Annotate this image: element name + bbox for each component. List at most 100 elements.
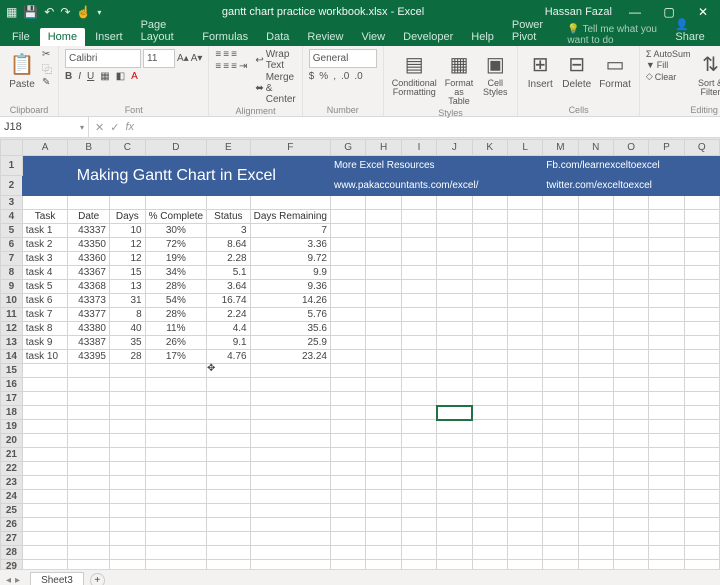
- row-header[interactable]: 19: [1, 420, 23, 434]
- cell[interactable]: task 3: [22, 252, 68, 266]
- comma-icon[interactable]: ,: [333, 71, 336, 82]
- fx-icon[interactable]: fx: [125, 121, 134, 134]
- tab-file[interactable]: File: [4, 28, 38, 46]
- col-header[interactable]: B: [68, 140, 110, 156]
- row-header[interactable]: 17: [1, 392, 23, 406]
- tab-data[interactable]: Data: [258, 28, 297, 46]
- col-header[interactable]: J: [437, 140, 472, 156]
- row-header[interactable]: 12: [1, 322, 23, 336]
- cell[interactable]: 35: [109, 336, 145, 350]
- cell[interactable]: 4.76: [207, 350, 251, 364]
- cell[interactable]: 8.64: [207, 238, 251, 252]
- cell[interactable]: 16.74: [207, 294, 251, 308]
- paste-button[interactable]: 📋Paste: [6, 49, 38, 91]
- cell[interactable]: 12: [109, 252, 145, 266]
- minimize-button[interactable]: —: [618, 0, 652, 24]
- cell[interactable]: task 2: [22, 238, 68, 252]
- tab-formulas[interactable]: Formulas: [194, 28, 256, 46]
- tab-view[interactable]: View: [353, 28, 393, 46]
- row-header[interactable]: 21: [1, 448, 23, 462]
- cell[interactable]: task 10: [22, 350, 68, 364]
- cell[interactable]: task 8: [22, 322, 68, 336]
- col-header[interactable]: Q: [684, 140, 719, 156]
- cell[interactable]: 5.1: [207, 266, 251, 280]
- col-header[interactable]: E: [207, 140, 251, 156]
- row-header[interactable]: 11: [1, 308, 23, 322]
- cell[interactable]: task 7: [22, 308, 68, 322]
- row-header[interactable]: 28: [1, 546, 23, 560]
- row-header[interactable]: 4: [1, 210, 23, 224]
- cell[interactable]: 17%: [145, 350, 206, 364]
- selected-cell[interactable]: [437, 406, 472, 420]
- italic-button[interactable]: I: [78, 71, 81, 82]
- cell[interactable]: task 9: [22, 336, 68, 350]
- tab-review[interactable]: Review: [299, 28, 351, 46]
- cell[interactable]: 43360: [68, 252, 110, 266]
- col-header[interactable]: N: [578, 140, 613, 156]
- cell[interactable]: 54%: [145, 294, 206, 308]
- new-sheet-button[interactable]: +: [90, 573, 105, 585]
- table-header[interactable]: Date: [68, 210, 110, 224]
- col-header[interactable]: [1, 140, 23, 156]
- cell[interactable]: 9.9: [250, 266, 330, 280]
- row-header[interactable]: 27: [1, 532, 23, 546]
- cell[interactable]: 43350: [68, 238, 110, 252]
- row-header[interactable]: 10: [1, 294, 23, 308]
- cell[interactable]: 15: [109, 266, 145, 280]
- align-left-icon[interactable]: ≡: [215, 61, 221, 72]
- row-header[interactable]: 24: [1, 490, 23, 504]
- row-header[interactable]: 29: [1, 560, 23, 570]
- format-cells-button[interactable]: ▭Format: [597, 49, 633, 91]
- col-header[interactable]: P: [649, 140, 684, 156]
- row-header[interactable]: 1: [1, 156, 23, 176]
- cell[interactable]: 23.24: [250, 350, 330, 364]
- row-header[interactable]: 16: [1, 378, 23, 392]
- cell[interactable]: task 6: [22, 294, 68, 308]
- number-format-combo[interactable]: General: [309, 49, 377, 68]
- delete-cells-button[interactable]: ⊟Delete: [560, 49, 593, 91]
- cell[interactable]: 43387: [68, 336, 110, 350]
- cell[interactable]: 9.36: [250, 280, 330, 294]
- border-icon[interactable]: ▦: [100, 71, 109, 82]
- col-header[interactable]: M: [543, 140, 578, 156]
- dec-decimal-icon[interactable]: .0: [354, 71, 362, 82]
- cell-styles-button[interactable]: ▣Cell Styles: [479, 49, 511, 98]
- cell[interactable]: 72%: [145, 238, 206, 252]
- cell[interactable]: 3: [207, 224, 251, 238]
- row-header[interactable]: 25: [1, 504, 23, 518]
- cell[interactable]: 43377: [68, 308, 110, 322]
- cell[interactable]: 43395: [68, 350, 110, 364]
- grow-font-icon[interactable]: A▴: [177, 53, 189, 64]
- col-header[interactable]: O: [613, 140, 648, 156]
- wrap-text-button[interactable]: ↩Wrap Text: [255, 49, 295, 71]
- cell[interactable]: 14.26: [250, 294, 330, 308]
- cell[interactable]: 28%: [145, 308, 206, 322]
- cell[interactable]: 11%: [145, 322, 206, 336]
- copy-icon[interactable]: ⿻: [42, 61, 52, 76]
- cell[interactable]: 26%: [145, 336, 206, 350]
- tab-help[interactable]: Help: [463, 28, 502, 46]
- font-name-combo[interactable]: Calibri: [65, 49, 141, 68]
- tell-me-search[interactable]: 💡 Tell me what you want to do: [567, 24, 665, 46]
- cell[interactable]: 13: [109, 280, 145, 294]
- fill-color-icon[interactable]: ◧: [116, 71, 125, 82]
- merge-center-button[interactable]: ⬌Merge & Center: [255, 72, 295, 105]
- worksheet-grid[interactable]: ABCDEFGHIJKLMNOPQ 1Making Gantt Chart in…: [0, 138, 720, 569]
- cell[interactable]: 9.1: [207, 336, 251, 350]
- cell[interactable]: 2.28: [207, 252, 251, 266]
- sheet-table[interactable]: ABCDEFGHIJKLMNOPQ 1Making Gantt Chart in…: [0, 139, 720, 569]
- cell[interactable]: 43337: [68, 224, 110, 238]
- col-header[interactable]: C: [109, 140, 145, 156]
- col-header[interactable]: H: [366, 140, 401, 156]
- cell[interactable]: 43380: [68, 322, 110, 336]
- cell[interactable]: task 4: [22, 266, 68, 280]
- row-header[interactable]: 26: [1, 518, 23, 532]
- cut-icon[interactable]: ✂: [42, 49, 52, 60]
- format-painter-icon[interactable]: ✎: [42, 77, 52, 88]
- clear-button[interactable]: ◇Clear: [646, 71, 691, 82]
- tab-insert[interactable]: Insert: [87, 28, 131, 46]
- undo-icon[interactable]: ↶: [44, 5, 54, 19]
- col-header[interactable]: I: [401, 140, 436, 156]
- cell[interactable]: 5.76: [250, 308, 330, 322]
- tab-power-pivot[interactable]: Power Pivot: [504, 16, 562, 46]
